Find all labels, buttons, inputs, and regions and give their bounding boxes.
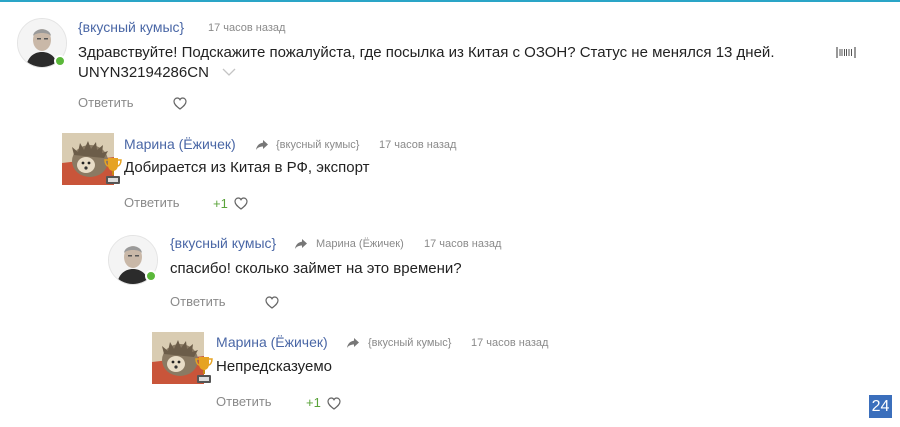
- heart-icon[interactable]: [173, 97, 187, 110]
- comment-time: 17 часов назад: [379, 139, 457, 151]
- reply-arrow-icon: [347, 338, 359, 348]
- online-indicator: [145, 270, 157, 282]
- online-indicator: [54, 55, 66, 67]
- top-divider: [0, 0, 900, 2]
- comment-time: 17 часов назад: [471, 337, 549, 349]
- comment-time: 17 часов назад: [424, 238, 502, 250]
- reply-to-user[interactable]: {вкусный кумыс}: [368, 337, 451, 349]
- heart-icon[interactable]: [234, 197, 248, 210]
- heart-icon[interactable]: [327, 397, 341, 410]
- likes-count: +1: [213, 196, 228, 211]
- comment-author[interactable]: Марина (Ёжичек): [216, 334, 328, 350]
- reply-to-user[interactable]: Марина (Ёжичек): [316, 238, 404, 250]
- comment-author[interactable]: {вкусный кумыс}: [170, 235, 276, 251]
- reply-arrow-icon: [256, 140, 268, 150]
- reply-to-user[interactable]: {вкусный кумыс}: [276, 139, 359, 151]
- comment-text: спасибо! сколько займет на это времени?: [170, 260, 462, 277]
- comment-text: Непредсказуемо: [216, 358, 333, 375]
- trophy-icon: [195, 357, 213, 383]
- reply-button[interactable]: Ответить: [78, 95, 134, 110]
- reply-button[interactable]: Ответить: [170, 294, 226, 309]
- comment-author[interactable]: {вкусный кумыс}: [78, 19, 184, 35]
- likes-count: +1: [306, 395, 321, 410]
- reply-button[interactable]: Ответить: [124, 195, 180, 210]
- comment-text: Добирается из Китая в РФ, экспорт: [124, 159, 370, 176]
- trophy-icon: [104, 158, 122, 184]
- comment-author[interactable]: Марина (Ёжичек): [124, 136, 236, 152]
- barcode-icon[interactable]: [836, 46, 856, 59]
- comment-time: 17 часов назад: [208, 22, 286, 34]
- corner-badge[interactable]: 24: [869, 395, 892, 418]
- chevron-down-icon[interactable]: [222, 68, 236, 77]
- tracking-code[interactable]: UNYN32194286CN: [78, 64, 209, 81]
- reply-arrow-icon: [295, 239, 307, 249]
- comment-text: Здравствуйте! Подскажите пожалуйста, где…: [78, 44, 775, 61]
- heart-icon[interactable]: [265, 296, 279, 309]
- reply-button[interactable]: Ответить: [216, 394, 272, 409]
